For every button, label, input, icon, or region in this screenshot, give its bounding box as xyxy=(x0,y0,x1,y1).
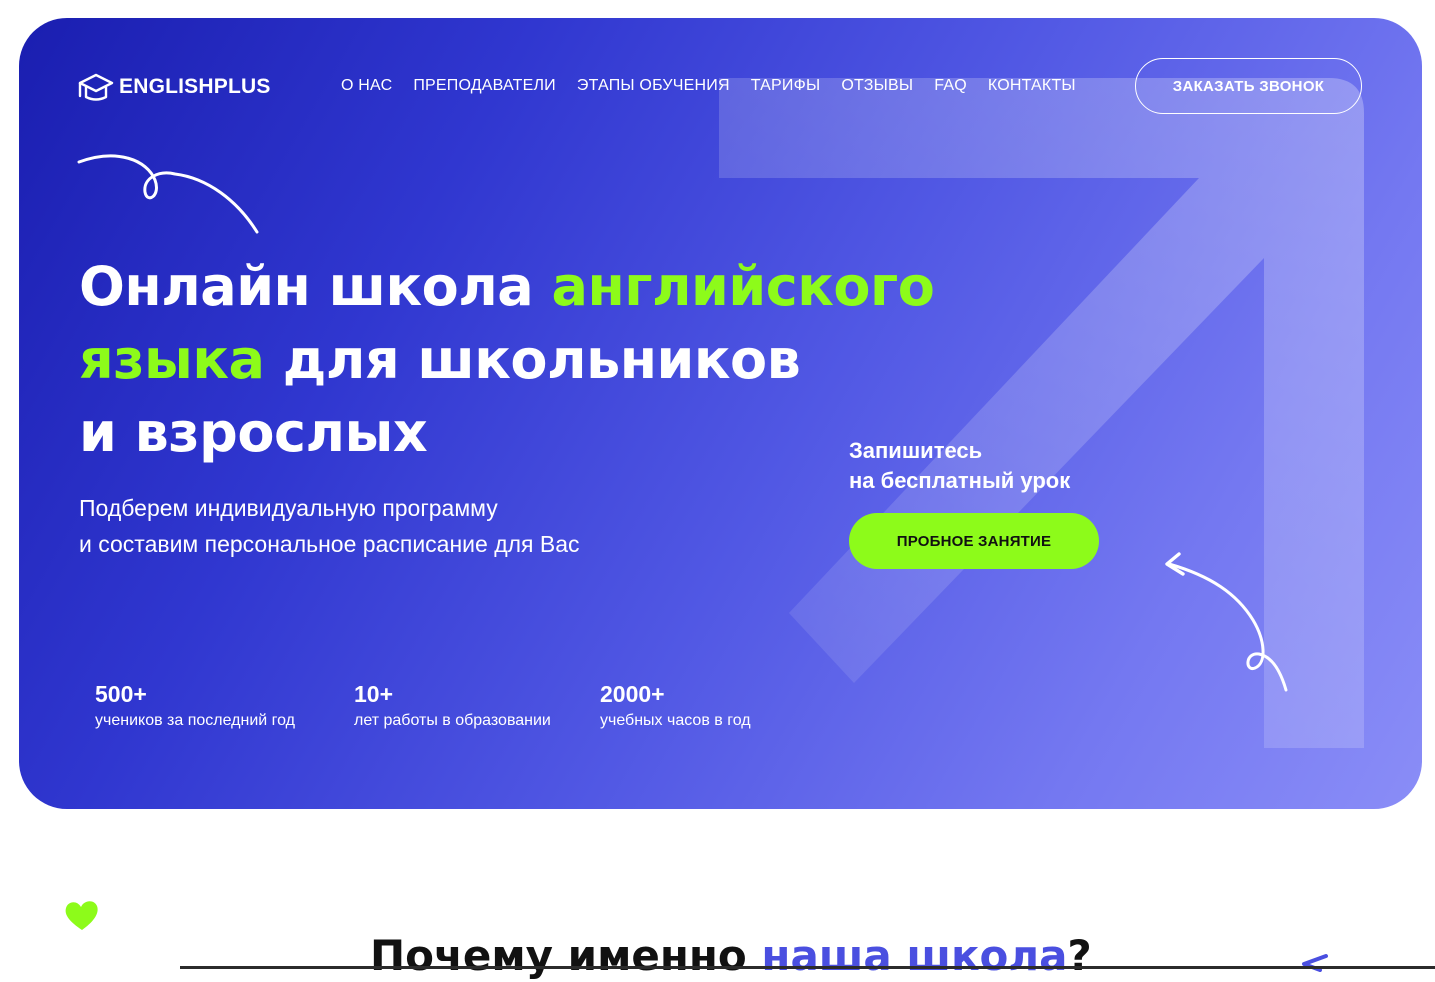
logo[interactable]: ENGLISHPLUS xyxy=(77,72,271,102)
trial-lesson-button[interactable]: ПРОБНОЕ ЗАНЯТИЕ xyxy=(849,513,1099,569)
order-call-button[interactable]: ЗАКАЗАТЬ ЗВОНОК xyxy=(1135,58,1362,114)
nav-pricing[interactable]: ТАРИФЫ xyxy=(751,77,821,95)
cta-line: Запишитесь xyxy=(849,438,983,463)
title-text: Почему именно xyxy=(370,931,762,980)
why-us-title: Почему именно наша школа? xyxy=(370,930,1092,982)
nav-reviews[interactable]: ОТЗЫВЫ xyxy=(841,77,913,95)
headline-accent: английского xyxy=(551,255,935,318)
nav-learning-stages[interactable]: ЭТАПЫ ОБУЧЕНИЯ xyxy=(577,77,730,95)
hero-subtitle: Подберем индивидуальную программу и сост… xyxy=(79,490,719,562)
heart-icon xyxy=(65,901,98,930)
stat-years: 10+ лет работы в образовании xyxy=(354,680,551,734)
stat-value: 2000+ xyxy=(600,681,665,707)
stat-label: лет работы в образовании xyxy=(354,712,551,729)
squiggle-icon xyxy=(77,154,259,234)
nav-faq[interactable]: FAQ xyxy=(934,77,967,95)
free-lesson-cta: Запишитесь на бесплатный урок xyxy=(849,436,1169,496)
logo-text: ENGLISHPLUS xyxy=(119,75,271,98)
graduation-cap-icon xyxy=(78,73,114,101)
cta-line: на бесплатный урок xyxy=(849,468,1071,493)
title-accent: наша школа xyxy=(761,931,1068,980)
stat-value: 10+ xyxy=(354,681,394,707)
stat-label: учебных часов в год xyxy=(600,712,751,729)
stat-value: 500+ xyxy=(95,681,147,707)
stat-students: 500+ учеников за последний год xyxy=(95,680,295,734)
stat-label: учеников за последний год xyxy=(95,712,296,729)
title-text: ? xyxy=(1067,931,1092,980)
stat-hours: 2000+ учебных часов в год xyxy=(600,680,751,734)
subtitle-line: Подберем индивидуальную программу xyxy=(79,495,498,521)
headline-text: и взрослых xyxy=(79,401,428,464)
nav-contacts[interactable]: КОНТАКТЫ xyxy=(988,77,1076,95)
subtitle-line: и составим персональное расписание для В… xyxy=(79,531,580,557)
headline-accent: языка xyxy=(79,328,265,391)
hero-headline: Онлайн школа английского языка для школьн… xyxy=(79,250,939,469)
main-nav: О НАС ПРЕПОДАВАТЕЛИ ЭТАПЫ ОБУЧЕНИЯ ТАРИФ… xyxy=(341,74,1076,98)
curly-arrow-icon xyxy=(1165,552,1288,692)
hero-section: ENGLISHPLUS О НАС ПРЕПОДАВАТЕЛИ ЭТАПЫ ОБ… xyxy=(19,18,1422,809)
nav-teachers[interactable]: ПРЕПОДАВАТЕЛИ xyxy=(413,77,556,95)
nav-about[interactable]: О НАС xyxy=(341,77,392,95)
headline-text: Онлайн школа xyxy=(79,255,552,318)
headline-text: для школьников xyxy=(264,328,801,391)
squiggle-icon xyxy=(1302,954,1328,972)
